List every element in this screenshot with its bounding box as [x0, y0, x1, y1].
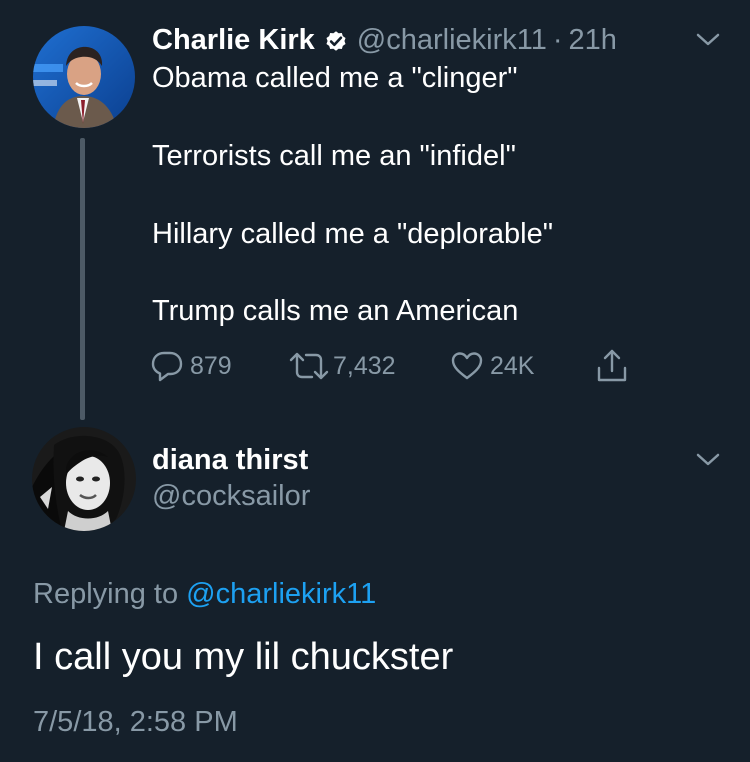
charlie-kirk-avatar[interactable]: [33, 26, 135, 128]
chevron-down-icon[interactable]: [695, 32, 721, 48]
reply-author-handle[interactable]: @cocksailor: [152, 478, 310, 514]
tweet-time[interactable]: 21h: [569, 22, 617, 58]
retweet-button[interactable]: 7,432: [287, 346, 396, 386]
heart-icon: [450, 349, 484, 383]
original-tweet-header: Charlie Kirk @charliekirk11 · 21h: [152, 22, 617, 58]
share-button[interactable]: [595, 346, 629, 386]
retweet-icon: [287, 349, 331, 383]
chevron-down-icon[interactable]: [695, 452, 721, 468]
retweet-count: 7,432: [333, 351, 396, 380]
tweet-text-line: Terrorists call me an "infidel": [152, 140, 516, 172]
like-button[interactable]: 24K: [450, 346, 534, 386]
thread-connector-line: [80, 138, 85, 420]
reply-bubble-icon: [150, 349, 184, 383]
reply-button[interactable]: 879: [150, 346, 232, 386]
tweet-thread: Charlie Kirk @charliekirk11 · 21h Obama …: [0, 0, 750, 762]
replying-to-line: Replying to @charliekirk11: [33, 576, 376, 612]
diana-thirst-avatar[interactable]: [32, 427, 136, 531]
tweet-text-line: Obama called me a "clinger": [152, 62, 518, 94]
replying-to-mention-link[interactable]: @charliekirk11: [186, 578, 376, 610]
share-icon: [595, 348, 629, 384]
replying-to-label: Replying to: [33, 578, 179, 610]
author-name[interactable]: Charlie Kirk: [152, 22, 315, 58]
author-handle[interactable]: @charliekirk11: [357, 22, 547, 58]
reply-timestamp[interactable]: 7/5/18, 2:58 PM: [33, 704, 238, 740]
reply-count: 879: [190, 351, 232, 380]
like-count: 24K: [490, 351, 535, 380]
tweet-text-line: Trump calls me an American: [152, 295, 519, 327]
separator-dot: ·: [552, 24, 563, 56]
tweet-text-line: Hillary called me a "deplorable": [152, 218, 554, 250]
verified-badge-icon: [323, 27, 349, 53]
reply-author-name[interactable]: diana thirst: [152, 442, 308, 478]
reply-tweet-text: I call you my lil chuckster: [33, 636, 454, 678]
